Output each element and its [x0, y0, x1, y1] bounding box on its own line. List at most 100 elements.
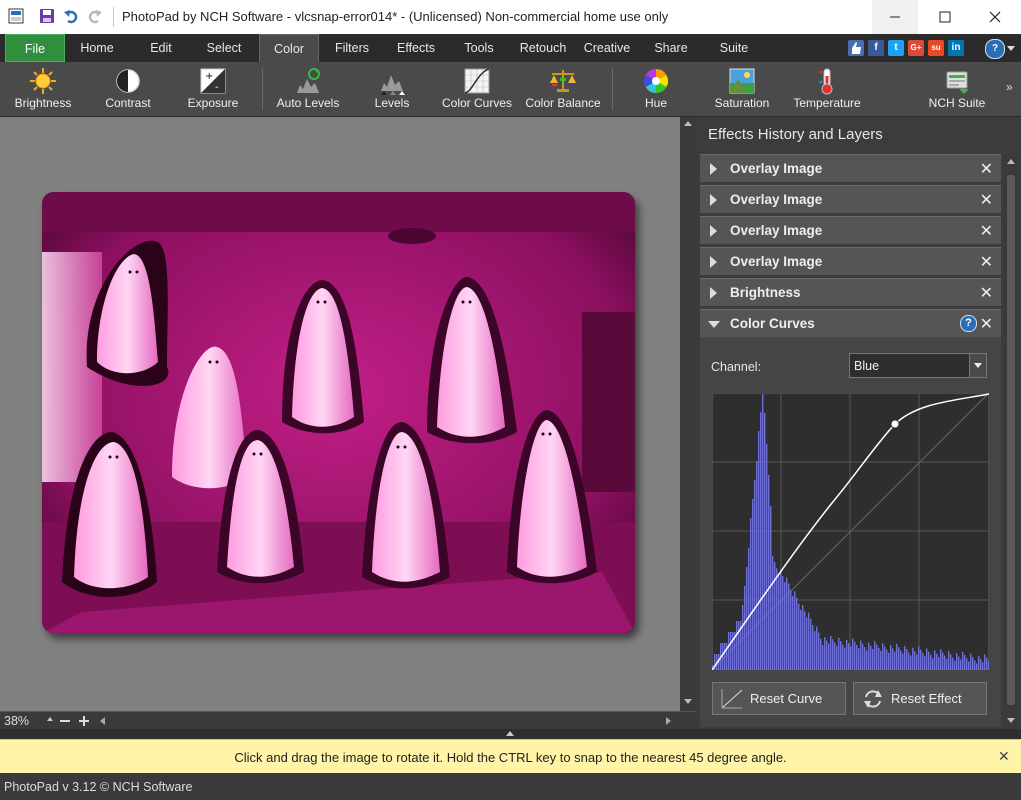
layer-overlay-image-2[interactable]: Overlay Image ✕ — [700, 185, 1001, 213]
help-icon[interactable]: ? — [960, 315, 977, 332]
histogram-bar — [838, 637, 840, 670]
tool-brightness[interactable]: Brightness — [8, 62, 78, 116]
close-icon — [989, 11, 1001, 23]
histogram-bar — [834, 642, 836, 670]
close-button[interactable] — [972, 0, 1018, 34]
layer-color-curves[interactable]: Color Curves ? ✕ — [700, 309, 1001, 337]
collapse-arrow-icon[interactable] — [708, 321, 720, 328]
histogram-bar — [806, 617, 808, 670]
layer-brightness[interactable]: Brightness ✕ — [700, 278, 1001, 306]
tool-contrast[interactable]: Contrast — [96, 62, 160, 116]
scroll-down-arrow-icon[interactable] — [1007, 718, 1015, 723]
facebook-icon[interactable]: f — [868, 40, 884, 56]
canvas-vertical-scrollbar[interactable] — [680, 117, 697, 711]
splitter-up-arrow-icon[interactable] — [506, 731, 514, 736]
remove-layer-icon[interactable]: ✕ — [980, 283, 993, 303]
google-plus-icon[interactable]: G+ — [908, 40, 924, 56]
scroll-up-arrow-icon[interactable] — [1007, 159, 1015, 164]
histogram-bar — [840, 641, 842, 670]
reset-curve-button[interactable]: Reset Curve — [712, 682, 846, 715]
scroll-thumb[interactable] — [1007, 175, 1015, 705]
histogram-bar — [736, 621, 738, 670]
menu-tools[interactable]: Tools — [454, 34, 504, 62]
tool-hue[interactable]: Hue — [628, 62, 684, 116]
menu-color[interactable]: Color — [259, 34, 319, 62]
splitter-bar[interactable] — [0, 729, 1021, 739]
tool-exposure[interactable]: + - Exposure — [180, 62, 246, 116]
remove-layer-icon[interactable]: ✕ — [980, 314, 993, 334]
histogram-bar — [844, 647, 846, 670]
expand-arrow-icon[interactable] — [710, 163, 717, 175]
histogram-bar — [794, 591, 796, 670]
twitter-icon[interactable]: t — [888, 40, 904, 56]
histogram-bar — [980, 658, 982, 670]
expand-arrow-icon[interactable] — [710, 256, 717, 268]
menu-suite[interactable]: Suite — [708, 34, 760, 62]
layer-name: Brightness — [730, 285, 801, 300]
layer-name: Color Curves — [730, 316, 815, 331]
reset-effect-button[interactable]: Reset Effect — [853, 682, 987, 715]
histogram-bar — [894, 651, 896, 670]
menu-filters[interactable]: Filters — [324, 34, 380, 62]
help-icon[interactable]: ? — [985, 39, 1005, 59]
tool-nch-suite[interactable]: NCH Suite — [922, 62, 992, 116]
help-dropdown-icon[interactable] — [1007, 46, 1015, 51]
toolbar-overflow-button[interactable]: » — [1006, 80, 1013, 94]
dropdown-button[interactable] — [969, 354, 986, 377]
histogram-bar — [936, 653, 938, 670]
expand-arrow-icon[interactable] — [710, 194, 717, 206]
image-canvas[interactable] — [0, 117, 680, 711]
maximize-button[interactable] — [922, 0, 968, 34]
remove-layer-icon[interactable]: ✕ — [980, 252, 993, 272]
menu-select[interactable]: Select — [195, 34, 253, 62]
like-icon[interactable] — [848, 40, 864, 56]
histogram-bar — [958, 656, 960, 670]
menu-retouch[interactable]: Retouch — [514, 34, 572, 62]
zoom-stepper-icon[interactable] — [47, 717, 53, 721]
channel-select[interactable]: Blue — [849, 353, 987, 378]
scroll-up-arrow-icon[interactable] — [684, 121, 692, 126]
histogram-bar — [830, 635, 832, 670]
tool-auto-levels[interactable]: Auto Levels — [272, 62, 344, 116]
layer-overlay-image-4[interactable]: Overlay Image ✕ — [700, 247, 1001, 275]
remove-layer-icon[interactable]: ✕ — [980, 221, 993, 241]
stumbleupon-icon[interactable]: su — [928, 40, 944, 56]
menu-share[interactable]: Share — [646, 34, 696, 62]
scroll-right-arrow-icon[interactable] — [666, 717, 671, 725]
remove-layer-icon[interactable]: ✕ — [980, 159, 993, 179]
remove-layer-icon[interactable]: ✕ — [980, 190, 993, 210]
curve-graph[interactable] — [712, 393, 989, 670]
hint-close-icon[interactable]: ✕ — [998, 748, 1010, 765]
menu-home[interactable]: Home — [70, 34, 124, 62]
tool-saturation[interactable]: Saturation — [706, 62, 778, 116]
app-icon[interactable] — [8, 8, 24, 24]
tool-levels[interactable]: Levels — [362, 62, 422, 116]
undo-icon[interactable] — [63, 8, 79, 24]
expand-arrow-icon[interactable] — [710, 287, 717, 299]
histogram-bar — [764, 413, 766, 670]
tool-color-balance[interactable]: Color Balance — [524, 62, 602, 116]
redo-icon[interactable] — [87, 8, 103, 24]
menu-effects[interactable]: Effects — [388, 34, 444, 62]
layer-overlay-image-3[interactable]: Overlay Image ✕ — [700, 216, 1001, 244]
scroll-down-arrow-icon[interactable] — [684, 699, 692, 704]
menu-file[interactable]: File — [5, 34, 65, 62]
linkedin-icon[interactable]: in — [948, 40, 964, 56]
tool-color-curves[interactable]: Color Curves — [440, 62, 514, 116]
tool-temperature[interactable]: Temperature — [788, 62, 866, 116]
panel-vertical-scrollbar[interactable] — [1003, 155, 1019, 729]
photo-image[interactable] — [42, 192, 635, 633]
histogram-bar — [758, 431, 760, 670]
expand-arrow-icon[interactable] — [710, 225, 717, 237]
tool-label: Saturation — [714, 96, 770, 110]
curve-control-point[interactable] — [890, 419, 900, 429]
save-icon[interactable] — [39, 8, 55, 24]
layer-name: Overlay Image — [730, 192, 823, 207]
histogram-bar — [890, 645, 892, 670]
menu-creative[interactable]: Creative — [577, 34, 637, 62]
layer-overlay-image-1[interactable]: Overlay Image ✕ — [700, 154, 1001, 182]
scroll-left-arrow-icon[interactable] — [100, 717, 105, 725]
zoom-out-icon[interactable] — [60, 720, 70, 722]
minimize-button[interactable] — [872, 0, 918, 34]
menu-edit[interactable]: Edit — [134, 34, 188, 62]
